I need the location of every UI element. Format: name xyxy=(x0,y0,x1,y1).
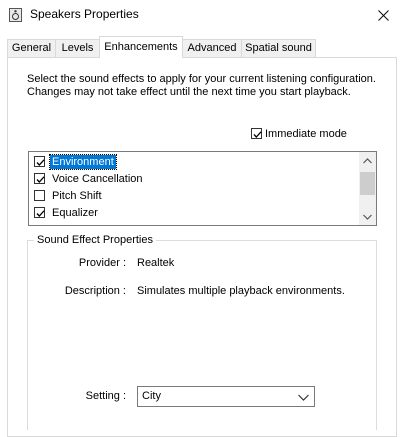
tab-enhancements[interactable]: Enhancements xyxy=(99,36,183,58)
voice-cancellation-label: Voice Cancellation xyxy=(52,172,143,185)
chevron-down-icon xyxy=(298,392,309,404)
setting-value: City xyxy=(142,390,161,402)
list-item-equalizer[interactable]: Equalizer xyxy=(34,204,100,221)
tab-advanced[interactable]: Advanced xyxy=(182,39,242,57)
equalizer-label: Equalizer xyxy=(52,206,98,219)
close-icon xyxy=(377,9,389,21)
immediate-mode-toggle[interactable]: Immediate mode xyxy=(251,127,347,140)
list-item-environment[interactable]: Environment xyxy=(34,153,117,170)
chevron-up-icon xyxy=(363,157,372,163)
tab-spatial-sound[interactable]: Spatial sound xyxy=(241,39,316,57)
group-title: Sound Effect Properties xyxy=(34,234,156,246)
voice-cancellation-checkbox[interactable] xyxy=(34,173,45,184)
list-item-pitch-shift[interactable]: Pitch Shift xyxy=(34,187,104,204)
provider-label: Provider : xyxy=(78,257,126,269)
list-item-voice-cancellation[interactable]: Voice Cancellation xyxy=(34,170,145,187)
effects-list[interactable]: Environment Voice Cancellation Pitch Shi… xyxy=(28,151,377,226)
chevron-down-icon xyxy=(363,214,372,220)
tab-levels[interactable]: Levels xyxy=(55,39,100,57)
pitch-shift-checkbox[interactable] xyxy=(34,190,45,201)
close-button[interactable] xyxy=(360,0,406,30)
immediate-mode-label: Immediate mode xyxy=(265,127,347,140)
description-label: Description : xyxy=(64,285,126,297)
scroll-up-button[interactable] xyxy=(359,152,376,169)
scroll-thumb[interactable] xyxy=(360,172,375,195)
pitch-shift-label: Pitch Shift xyxy=(52,189,102,202)
setting-label: Setting : xyxy=(85,390,126,402)
setting-dropdown[interactable]: City xyxy=(137,386,315,407)
provider-value: Realtek xyxy=(137,257,175,269)
checkmark-icon xyxy=(36,176,45,183)
immediate-mode-checkbox[interactable] xyxy=(251,128,262,139)
title-bar: Speakers Properties xyxy=(0,0,406,30)
speaker-icon xyxy=(9,8,22,22)
description-value: Simulates multiple playback environments… xyxy=(137,285,345,297)
vertical-scrollbar[interactable] xyxy=(359,152,376,225)
checkmark-icon xyxy=(36,210,45,217)
environment-checkbox[interactable] xyxy=(34,156,45,167)
checkmark-icon xyxy=(253,131,262,138)
environment-label: Environment xyxy=(49,153,117,170)
equalizer-checkbox[interactable] xyxy=(34,207,45,218)
tab-general[interactable]: General xyxy=(7,39,56,57)
window-title: Speakers Properties xyxy=(30,7,139,21)
instructions-text: Select the sound effects to apply for yo… xyxy=(27,73,376,98)
scroll-down-button[interactable] xyxy=(359,208,376,225)
checkmark-icon xyxy=(36,159,45,166)
